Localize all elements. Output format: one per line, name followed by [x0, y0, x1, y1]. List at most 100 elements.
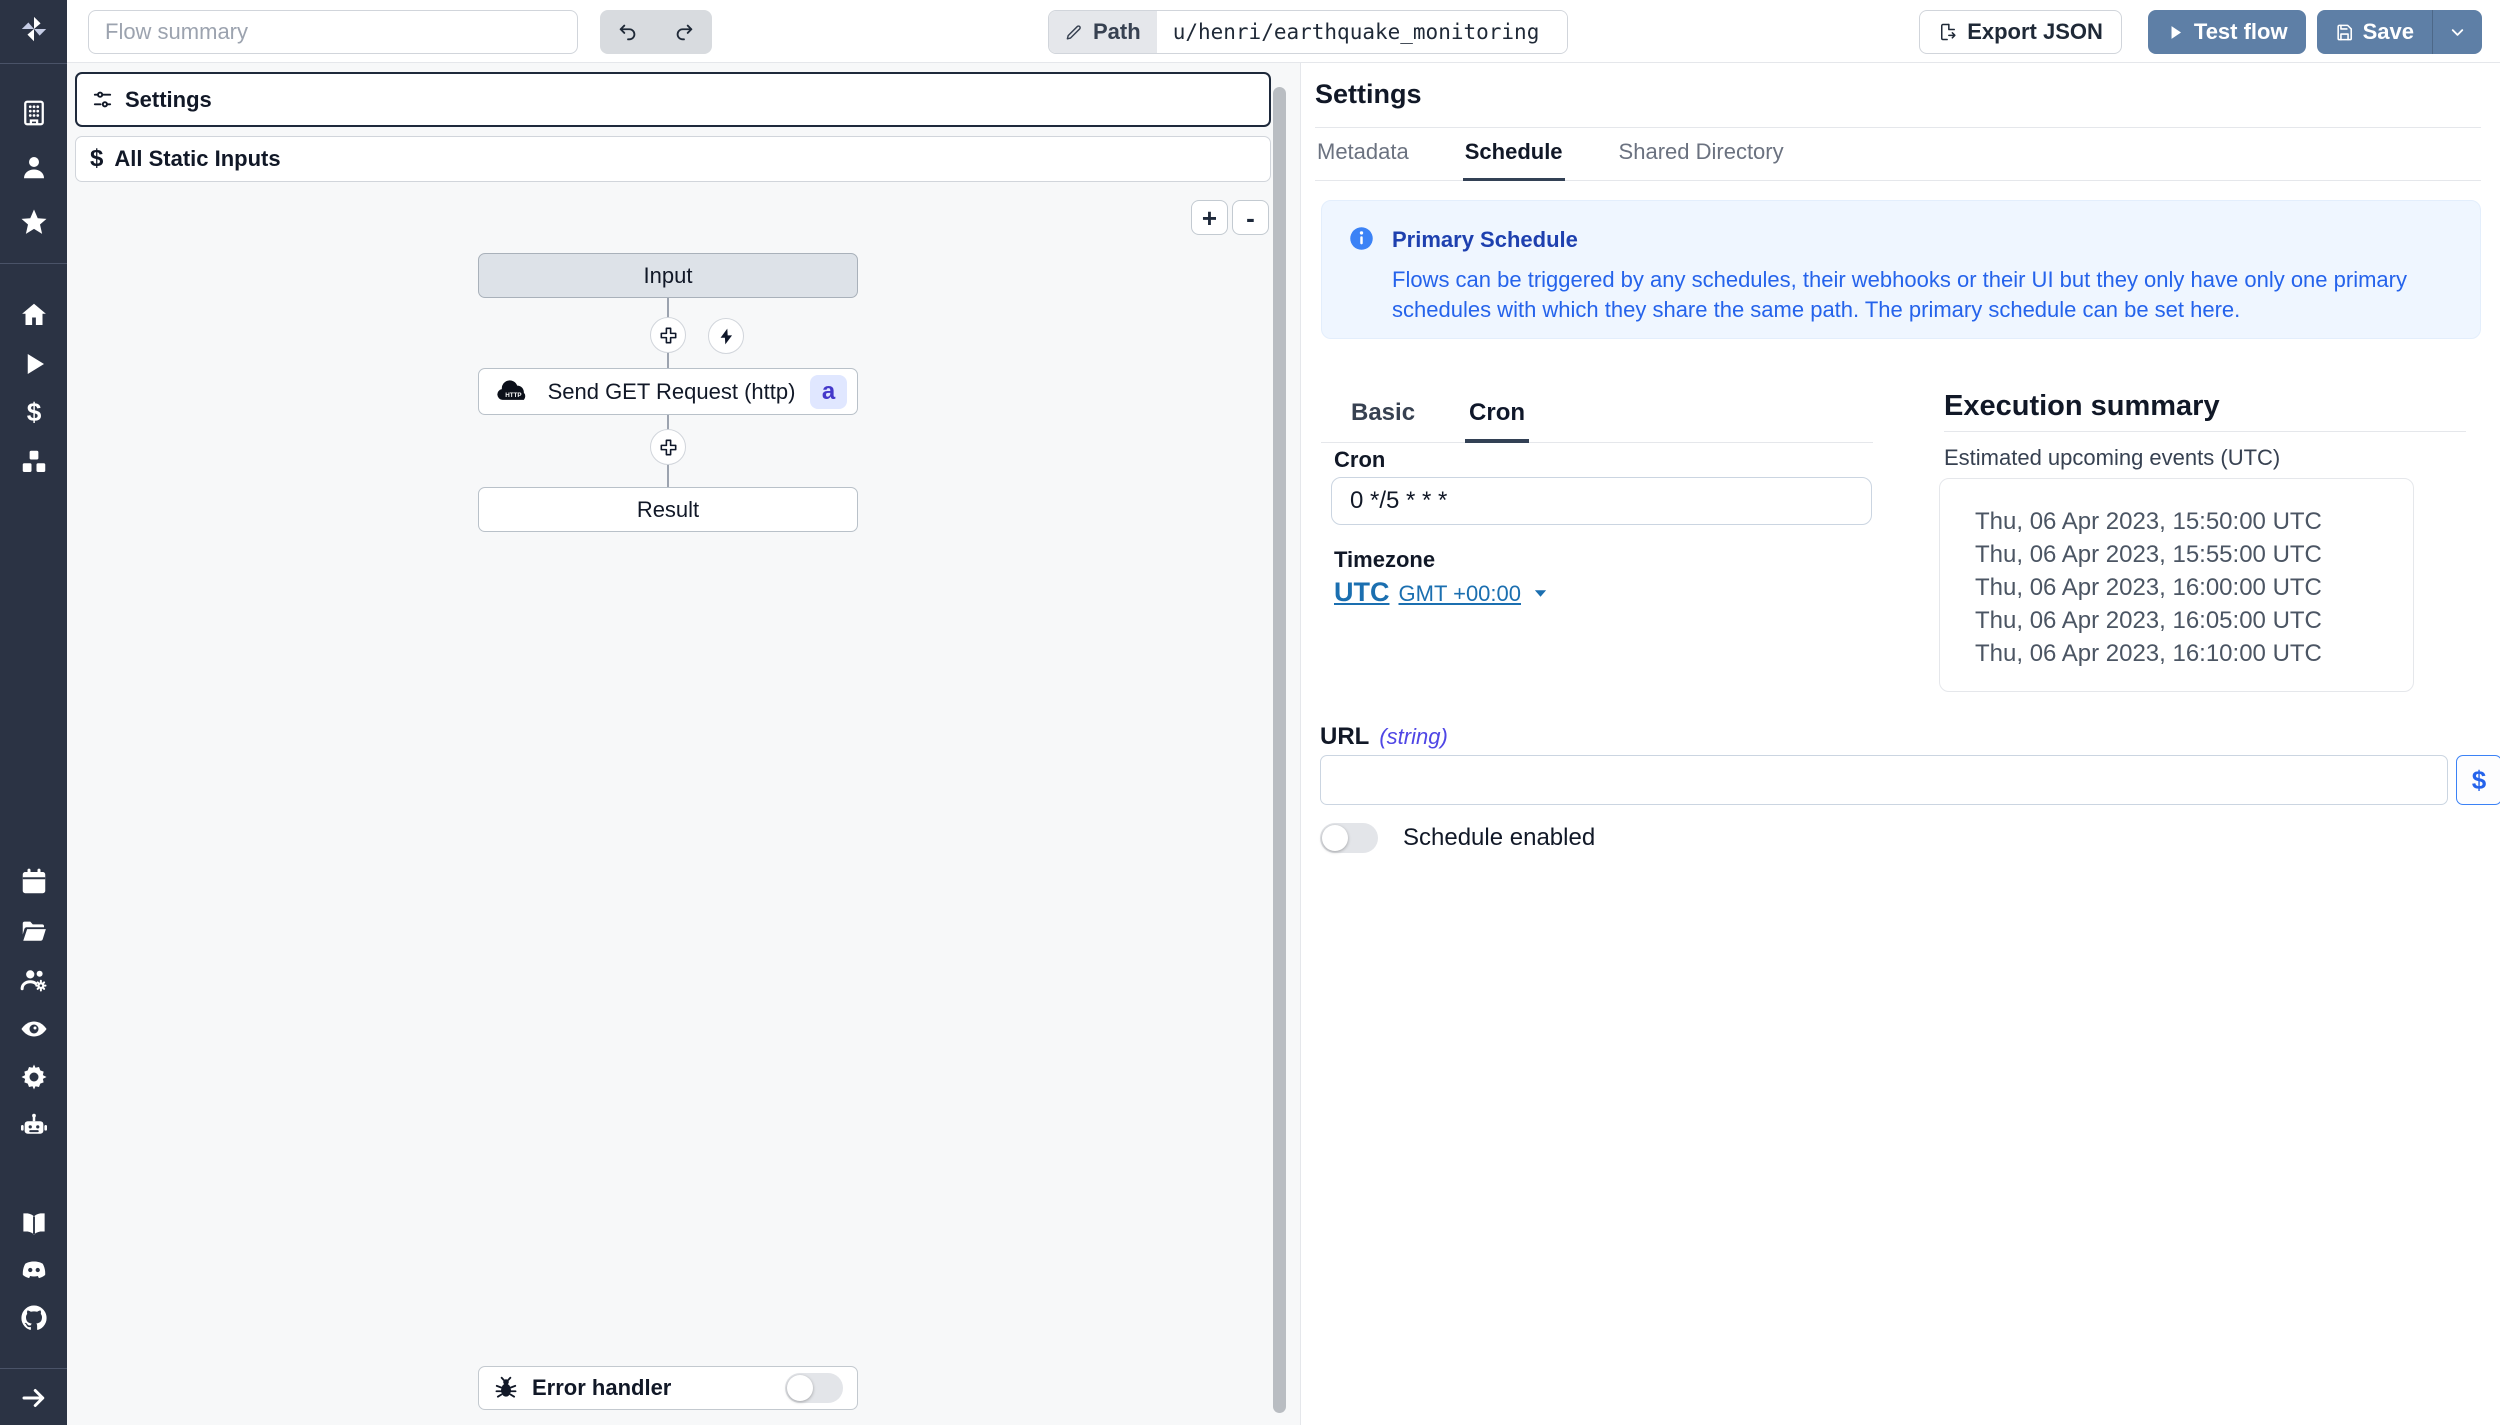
event-row: Thu, 06 Apr 2023, 15:55:00 UTC	[1975, 538, 2413, 571]
error-handler-node[interactable]: Error handler	[478, 1366, 858, 1410]
event-row: Thu, 06 Apr 2023, 16:05:00 UTC	[1975, 604, 2413, 637]
add-step-button[interactable]	[650, 429, 686, 465]
settings-gear-icon[interactable]	[18, 1061, 50, 1093]
url-type-hint: (string)	[1379, 724, 1447, 750]
timezone-name: UTC	[1334, 577, 1390, 608]
settings-panel: Settings Metadata Schedule Shared Direct…	[1300, 63, 2500, 1425]
runs-play-icon[interactable]	[18, 348, 50, 380]
flow-vertical-scrollbar[interactable]	[1273, 87, 1286, 1413]
windmill-logo-icon[interactable]	[18, 13, 50, 45]
plus-icon	[659, 326, 678, 345]
discord-icon[interactable]	[18, 1254, 50, 1286]
test-flow-button[interactable]: Test flow	[2148, 10, 2306, 54]
result-node[interactable]: Result	[478, 487, 858, 532]
chevron-down-icon	[2448, 23, 2467, 42]
step-id-badge: a	[810, 375, 847, 409]
timezone-selector[interactable]: UTC GMT +00:00	[1334, 577, 1548, 608]
path-input[interactable]	[1157, 11, 1567, 53]
settings-tabs: Metadata Schedule Shared Directory	[1315, 133, 2481, 181]
zoom-in-button[interactable]: +	[1191, 200, 1228, 235]
file-export-icon	[1938, 22, 1958, 42]
pencil-icon	[1065, 23, 1084, 42]
upcoming-events-box: Thu, 06 Apr 2023, 15:50:00 UTC Thu, 06 A…	[1939, 478, 2414, 692]
input-node[interactable]: Input	[478, 253, 858, 298]
dollar-icon: $	[90, 145, 103, 173]
sidebar: $	[0, 0, 67, 1425]
tab-metadata[interactable]: Metadata	[1315, 133, 1411, 180]
plus-icon	[659, 438, 678, 457]
url-input[interactable]	[1320, 755, 2448, 805]
docs-book-icon[interactable]	[18, 1208, 50, 1240]
audit-eye-icon[interactable]	[18, 1013, 50, 1045]
flow-graph-panel: Settings $ All Static Inputs + - Input H…	[67, 63, 1300, 1425]
flow-settings-label: Settings	[125, 87, 212, 113]
schedule-enabled-toggle[interactable]	[1320, 823, 1378, 853]
url-label-row: URL (string)	[1320, 723, 1448, 751]
workspace-building-icon[interactable]	[18, 97, 50, 129]
tab-basic[interactable]: Basic	[1347, 399, 1419, 442]
save-dropdown-button[interactable]	[2432, 10, 2482, 54]
user-icon[interactable]	[18, 151, 50, 183]
github-icon[interactable]	[18, 1302, 50, 1334]
execution-summary-subtitle: Estimated upcoming events (UTC)	[1944, 445, 2280, 471]
undo-redo-group	[600, 10, 712, 54]
infobox-title: Primary Schedule	[1392, 225, 2432, 253]
primary-schedule-infobox: Primary Schedule Flows can be triggered …	[1321, 200, 2481, 339]
topbar: Path Export JSON Test flow Save	[67, 0, 2500, 63]
workers-robot-icon[interactable]	[18, 1109, 50, 1141]
timezone-offset: GMT +00:00	[1399, 581, 1522, 607]
infobox-content: Primary Schedule Flows can be triggered …	[1392, 225, 2432, 314]
sidebar-divider	[0, 1368, 67, 1369]
add-trigger-button[interactable]	[708, 318, 744, 354]
edit-path-button[interactable]: Path	[1049, 11, 1157, 53]
schedules-calendar-icon[interactable]	[18, 866, 50, 898]
cron-label: Cron	[1334, 447, 1385, 473]
resources-boxes-icon[interactable]	[18, 446, 50, 478]
timezone-label: Timezone	[1334, 547, 1435, 573]
collapse-arrow-icon[interactable]	[18, 1382, 50, 1414]
divider	[1315, 127, 2481, 128]
insert-variable-button[interactable]: $	[2456, 755, 2500, 805]
http-step-node[interactable]: HTTP Send GET Request (http) a	[478, 368, 858, 415]
event-row: Thu, 06 Apr 2023, 15:50:00 UTC	[1975, 505, 2413, 538]
windmill-flow-editor: $	[0, 0, 2500, 1425]
error-handler-label: Error handler	[532, 1375, 671, 1401]
tab-schedule[interactable]: Schedule	[1463, 133, 1565, 181]
sliders-icon	[91, 88, 114, 111]
test-flow-label: Test flow	[2194, 19, 2288, 45]
settings-panel-title: Settings	[1315, 79, 1422, 110]
home-icon[interactable]	[18, 299, 50, 331]
cron-input[interactable]	[1331, 477, 1872, 525]
divider	[1944, 431, 2466, 432]
event-row: Thu, 06 Apr 2023, 16:10:00 UTC	[1975, 637, 2413, 670]
play-icon	[2166, 23, 2185, 42]
http-cloud-icon: HTTP	[493, 378, 533, 405]
add-step-button[interactable]	[650, 317, 686, 353]
tab-shared-directory[interactable]: Shared Directory	[1617, 133, 1786, 180]
flow-settings-row[interactable]: Settings	[75, 72, 1271, 127]
all-static-inputs-label: All Static Inputs	[114, 146, 280, 172]
http-step-label: Send GET Request (http)	[533, 379, 810, 405]
zoom-out-button[interactable]: -	[1232, 200, 1269, 235]
all-static-inputs-row[interactable]: $ All Static Inputs	[75, 136, 1271, 182]
groups-users-icon[interactable]	[18, 964, 50, 996]
redo-button[interactable]	[656, 10, 712, 54]
undo-button[interactable]	[600, 10, 656, 54]
folders-icon[interactable]	[18, 915, 50, 947]
variables-dollar-icon[interactable]: $	[18, 396, 50, 428]
schedule-mode-tabs: Basic Cron	[1321, 399, 1873, 443]
execution-summary-title: Execution summary	[1944, 390, 2220, 423]
save-button[interactable]: Save	[2317, 10, 2432, 54]
favorites-star-icon[interactable]	[18, 206, 50, 238]
flow-summary-input[interactable]	[88, 10, 578, 54]
path-label: Path	[1093, 19, 1141, 45]
export-json-button[interactable]: Export JSON	[1919, 10, 2122, 54]
tab-cron[interactable]: Cron	[1465, 399, 1529, 443]
schedule-enabled-row: Schedule enabled	[1320, 823, 1595, 853]
topbar-actions: Export JSON Test flow Save	[1919, 10, 2482, 54]
info-icon	[1348, 225, 1375, 314]
toggle-knob	[787, 1375, 813, 1401]
bug-icon	[493, 1375, 519, 1401]
svg-text:$: $	[26, 397, 41, 427]
error-handler-toggle[interactable]	[785, 1373, 843, 1403]
